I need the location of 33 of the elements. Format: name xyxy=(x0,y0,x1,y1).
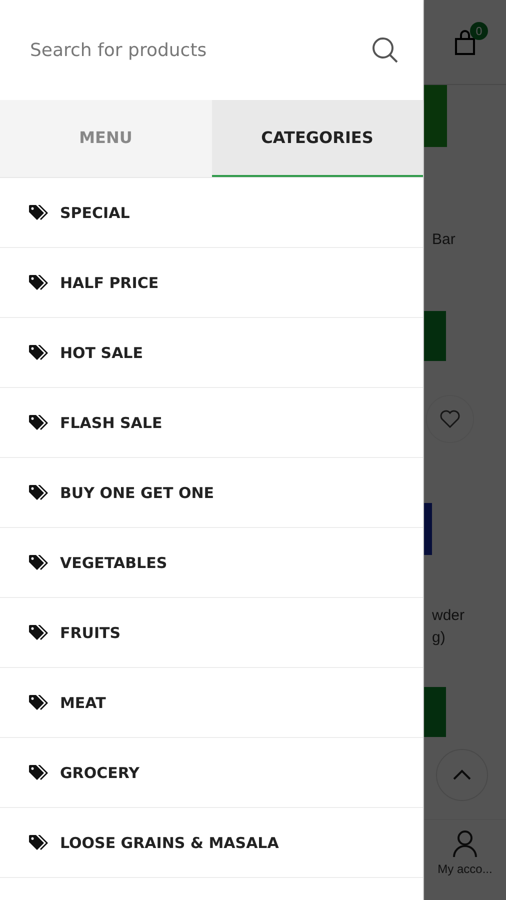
product-title: Bar xyxy=(431,230,456,250)
category-item[interactable]: VEGETABLES xyxy=(0,528,423,598)
tag-icon xyxy=(28,834,50,852)
product-image xyxy=(424,503,432,555)
category-item[interactable]: HOT SALE xyxy=(0,318,423,388)
heart-icon xyxy=(440,410,460,428)
tag-icon xyxy=(28,764,50,782)
product-image xyxy=(424,85,447,147)
category-item[interactable]: BUY ONE GET ONE xyxy=(0,458,423,528)
tag-icon xyxy=(28,554,50,572)
category-item[interactable]: LOOSE GRAINS & MASALA xyxy=(0,808,423,878)
category-item[interactable]: FLASH SALE xyxy=(0,388,423,458)
drawer-tab[interactable]: CATEGORIES xyxy=(212,100,423,177)
category-item[interactable]: MEAT xyxy=(0,668,423,738)
shopping-bag-icon[interactable] xyxy=(454,30,476,56)
tag-icon xyxy=(28,344,50,362)
category-item[interactable]: SPECIAL xyxy=(0,178,423,248)
category-item[interactable]: HALF PRICE xyxy=(0,248,423,318)
search-field[interactable]: Search for products xyxy=(28,38,371,62)
tag-icon xyxy=(28,414,50,432)
chevron-up-icon xyxy=(452,769,472,781)
user-icon[interactable] xyxy=(452,830,478,858)
category-item[interactable]: FRUITS xyxy=(0,598,423,668)
tag-icon xyxy=(28,694,50,712)
tag-icon xyxy=(28,204,50,222)
wishlist-button[interactable] xyxy=(426,395,474,443)
tag-icon xyxy=(28,274,50,292)
tag-icon xyxy=(28,624,50,642)
tag-icon xyxy=(28,484,50,502)
cart-count-badge: 0 xyxy=(470,22,488,40)
category-item[interactable]: GROCERY xyxy=(0,738,423,808)
search-icon[interactable] xyxy=(371,36,399,64)
product-title: wder g) xyxy=(431,606,466,648)
